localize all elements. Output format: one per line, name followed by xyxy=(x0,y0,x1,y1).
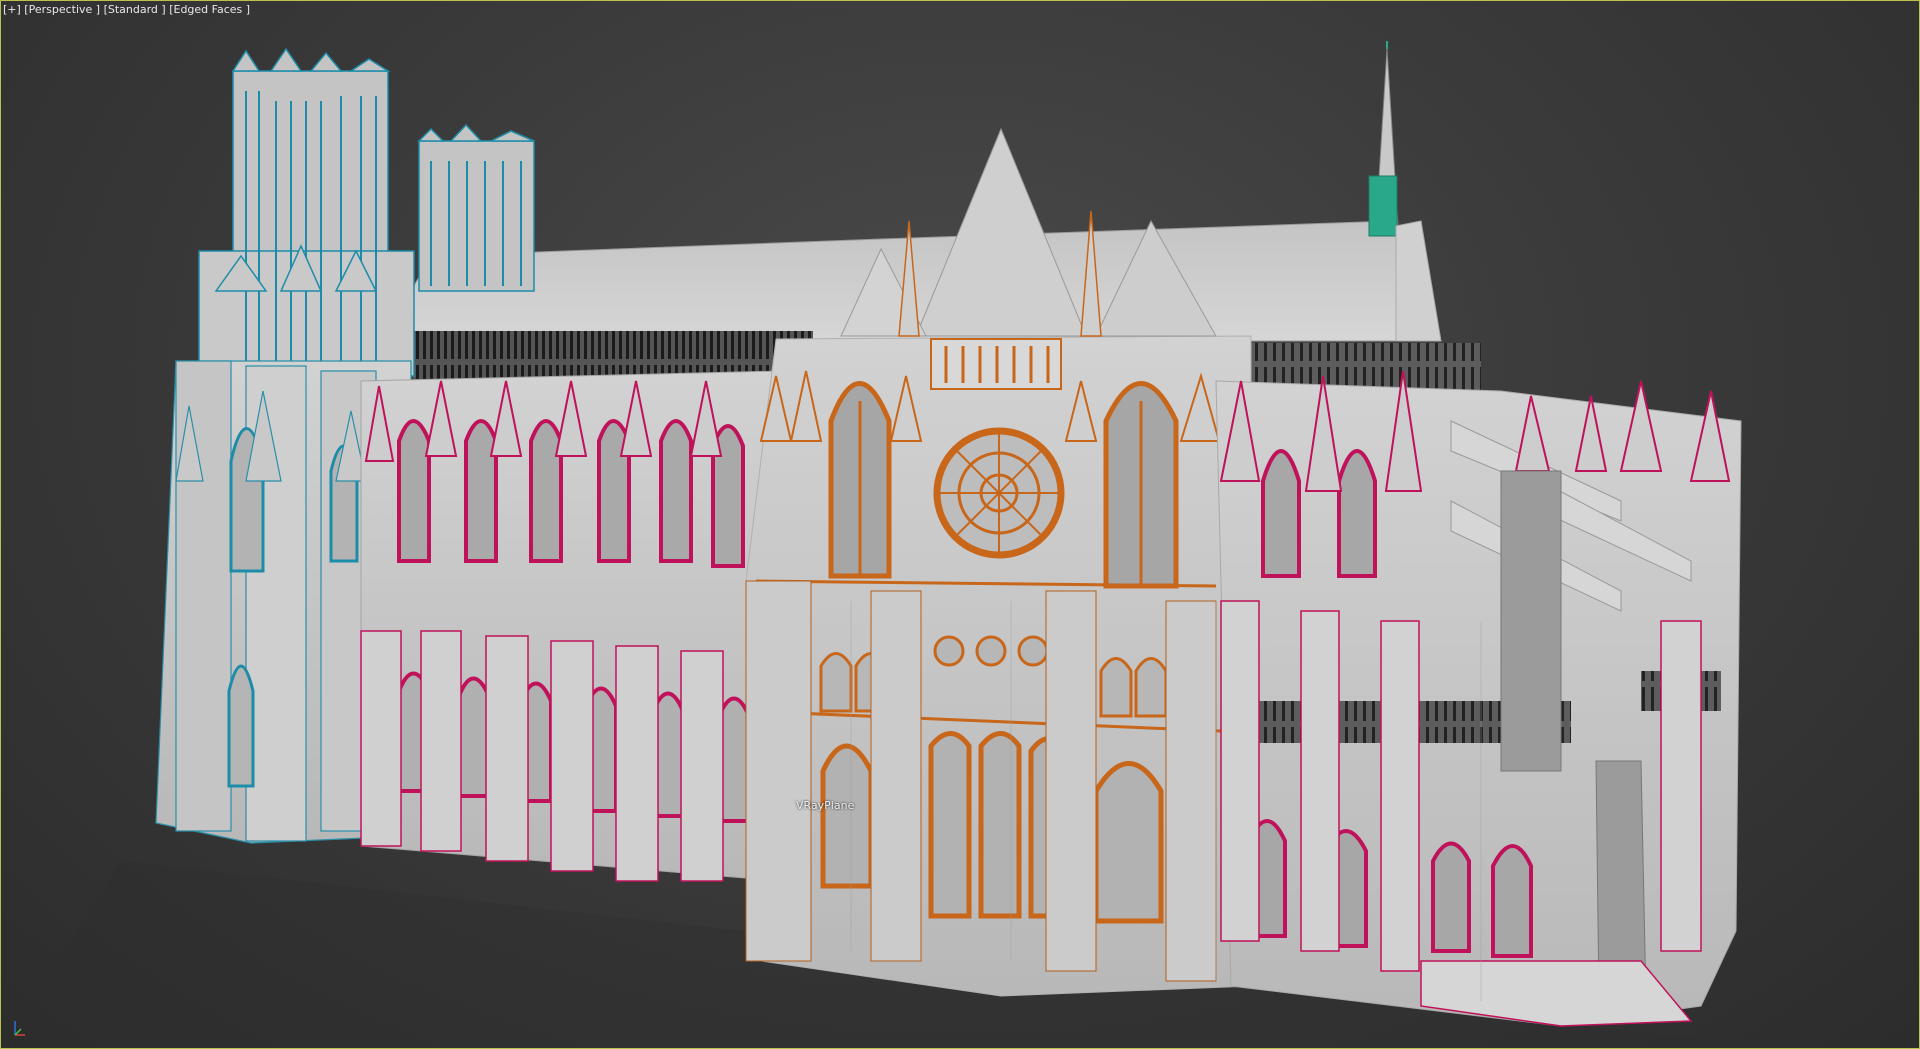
perspective-viewport[interactable]: [+] [Perspective ] [Standard ] [Edged Fa… xyxy=(0,0,1920,1049)
cathedral-model-render[interactable] xyxy=(1,1,1919,1048)
vrayplane-object-label: VRayPlane xyxy=(796,799,855,812)
nave-wall xyxy=(360,370,782,882)
choir-apse xyxy=(1215,370,1742,1027)
rose-window xyxy=(933,427,1065,559)
axis-tripod-icon xyxy=(14,1021,25,1036)
